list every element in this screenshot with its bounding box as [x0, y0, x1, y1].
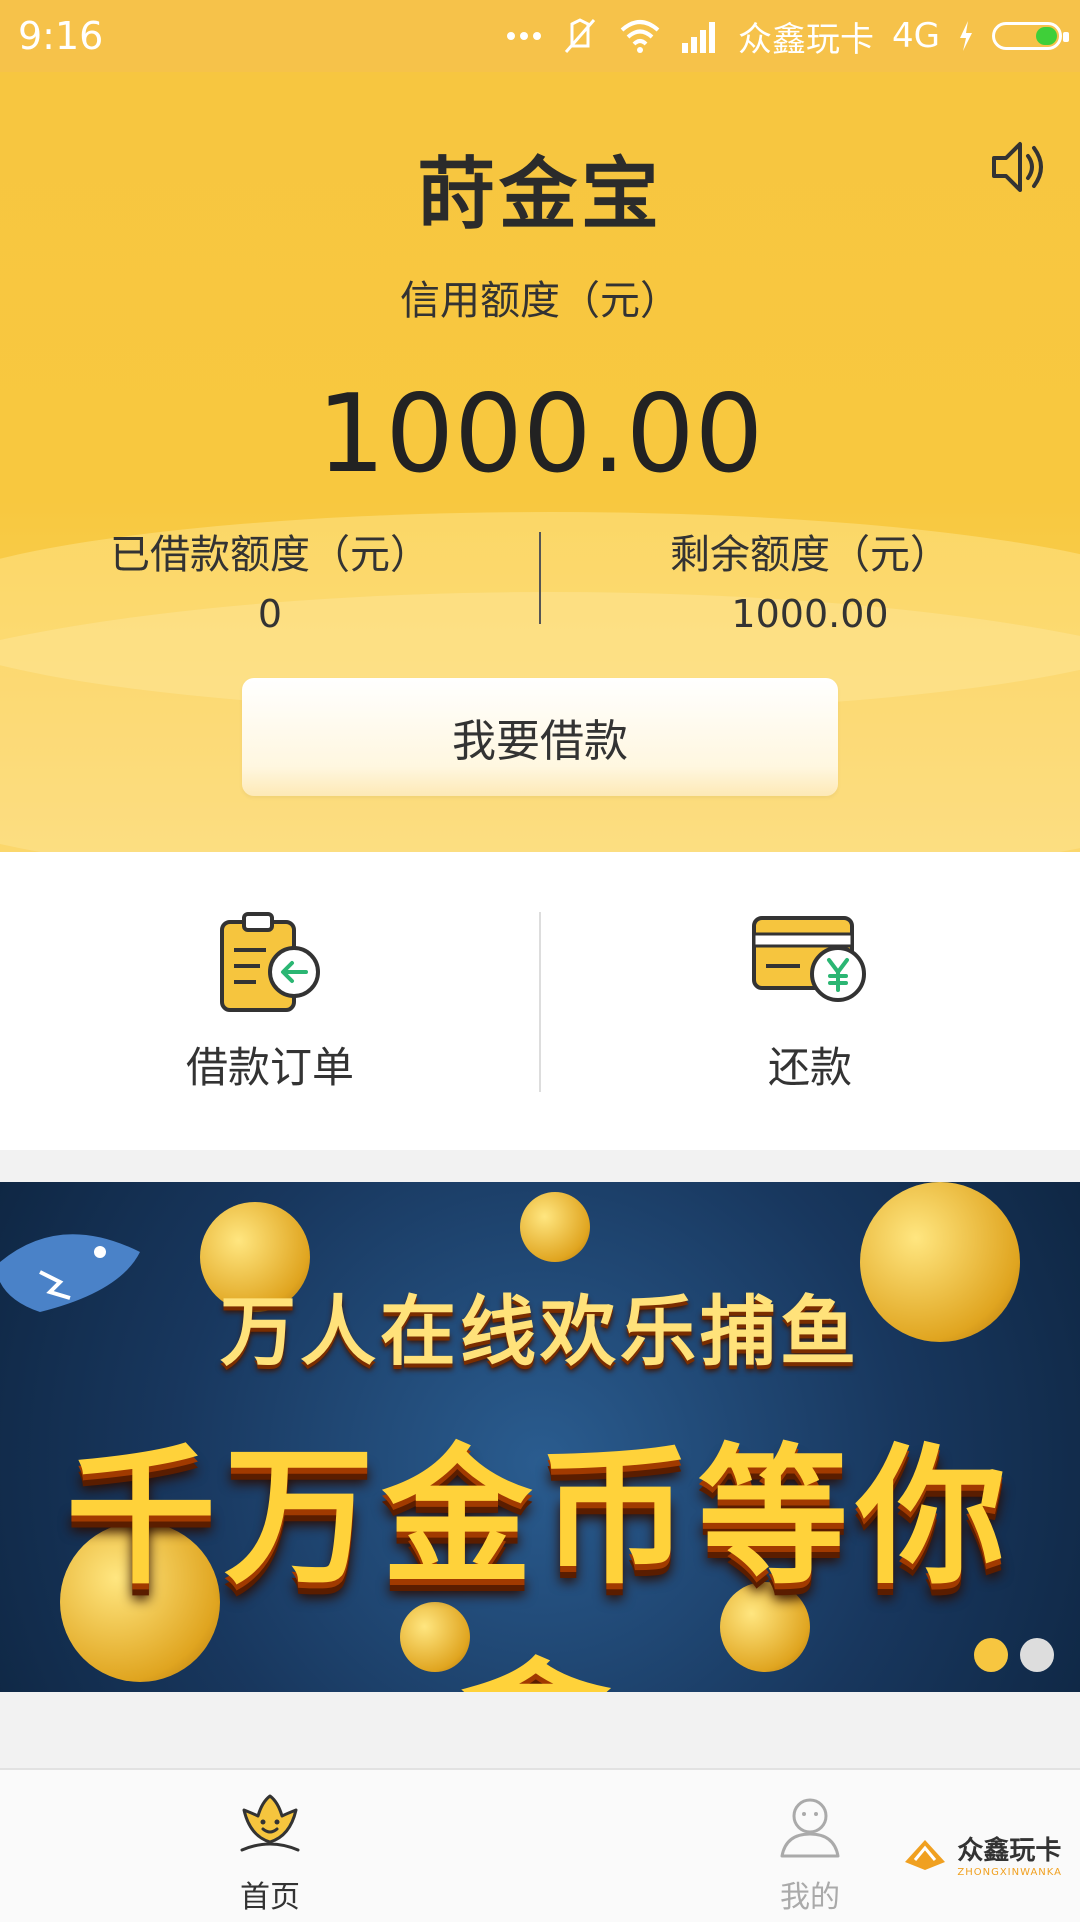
speaker-icon[interactable]	[986, 134, 1052, 200]
watermark-logo-icon	[905, 1840, 946, 1870]
coin-decoration	[520, 1192, 590, 1262]
more-dots-icon	[507, 32, 542, 40]
nav-home-label: 首页	[240, 1880, 300, 1915]
remaining-amount: 剩余额度（元） 1000.00	[540, 522, 1080, 636]
battery-fill	[1036, 27, 1057, 45]
signal-icon	[682, 22, 716, 53]
repay-button[interactable]: 还款	[540, 852, 1080, 1150]
app-logo: 莳金宝	[416, 149, 663, 240]
banner-headline: 万人在线欢乐捕鱼	[220, 1287, 860, 1376]
user-icon	[780, 1798, 840, 1858]
status-time: 9:16	[18, 14, 104, 58]
remaining-value: 1000.00	[731, 592, 889, 636]
home-flower-icon	[240, 1794, 300, 1852]
loan-orders-label: 借款订单	[185, 1043, 354, 1092]
carousel-dot[interactable]	[1020, 1638, 1054, 1672]
repay-label: 还款	[767, 1043, 852, 1092]
carousel-dots	[974, 1638, 1054, 1672]
carousel-dot[interactable]	[974, 1638, 1008, 1672]
watermark-subtext: ZHONGXINWANKA	[957, 1867, 1062, 1878]
status-bar: 9:16 众鑫玩卡 4G	[0, 0, 1080, 72]
watermark-text: 众鑫玩卡	[957, 1836, 1062, 1866]
borrowed-amount: 已借款额度（元） 0	[0, 522, 540, 636]
network-type: 4G	[892, 16, 940, 56]
credit-limit-value: 1000.00	[316, 372, 764, 497]
charging-icon	[960, 21, 972, 51]
watermark: 众鑫玩卡 ZHONGXINWANKA	[901, 1830, 1062, 1878]
wifi-icon	[620, 20, 660, 53]
banner-title: 千万金币等你拿	[65, 1431, 1014, 1692]
promo-banner[interactable]: 万人在线欢乐捕鱼 千万金币等你拿	[0, 1182, 1080, 1692]
borrow-button[interactable]: 我要借款	[242, 678, 838, 796]
battery-icon	[992, 22, 1069, 50]
credit-limit-title: 信用额度（元）	[400, 278, 680, 324]
carrier-name: 众鑫玩卡	[738, 19, 875, 60]
nav-mine-label: 我的	[780, 1880, 840, 1915]
quick-actions: 借款订单 还款	[0, 852, 1080, 1150]
nav-home[interactable]: 首页	[0, 1770, 540, 1922]
loan-orders-button[interactable]: 借款订单	[0, 852, 540, 1150]
clipboard-return-icon	[220, 912, 320, 1012]
borrowed-value: 0	[257, 592, 283, 636]
card-yuan-icon	[752, 916, 866, 1002]
credit-hero: 莳金宝 信用额度（元） 1000.00 已借款额度（元） 0 剩余额度（元） 1…	[0, 72, 1080, 852]
borrowed-label: 已借款额度（元）	[110, 532, 430, 578]
vibrate-off-icon	[564, 18, 596, 53]
status-icons: 众鑫玩卡 4G	[506, 10, 1069, 62]
remaining-label: 剩余额度（元）	[670, 532, 950, 578]
